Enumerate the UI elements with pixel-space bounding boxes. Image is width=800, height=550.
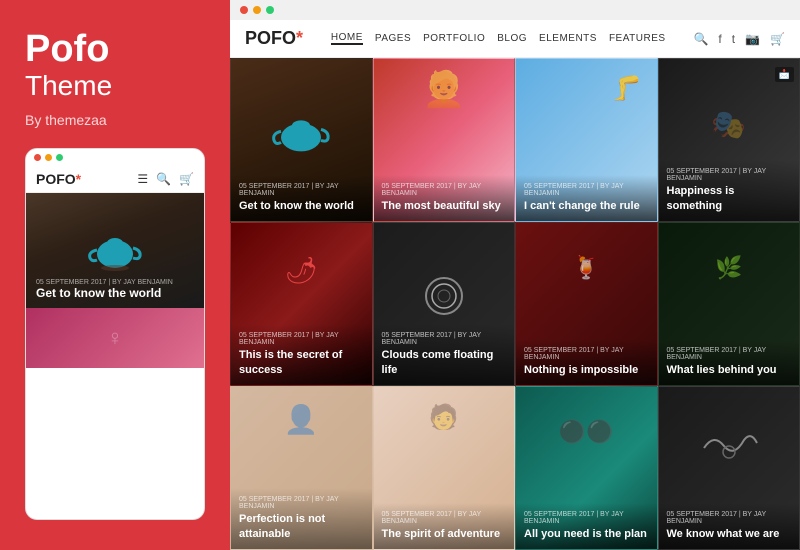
grid-item-date-7: 05 SEPTEMBER 2017 | BY JAY BENJAMIN bbox=[524, 347, 649, 361]
instagram-icon[interactable]: 📷 bbox=[745, 32, 760, 46]
grid-item-title-5: This is the secret of success bbox=[239, 348, 364, 377]
grid-item-title-2: The most beautiful sky bbox=[382, 199, 507, 213]
mobile-mockup: POFO* ☰ 🔍 🛒 05 SEPTEMBER 2017 bbox=[25, 148, 205, 520]
site-logo-star: * bbox=[296, 28, 303, 48]
cart-icon[interactable]: 🛒 bbox=[770, 32, 785, 46]
mobile-hero-text: 05 SEPTEMBER 2017 | BY JAY BENJAMIN Get … bbox=[36, 279, 173, 300]
grid-item-title-9: Perfection is not attainable bbox=[239, 512, 364, 541]
right-panel: POFO* HOME PAGES PORTFOLIO BLOG ELEMENTS… bbox=[230, 0, 800, 550]
wire-svg bbox=[699, 428, 759, 463]
mobile-hero-date: 05 SEPTEMBER 2017 | BY JAY BENJAMIN bbox=[36, 279, 173, 286]
grid-item-date-10: 05 SEPTEMBER 2017 | BY JAY BENJAMIN bbox=[382, 511, 507, 525]
grid-item-3[interactable]: 🦵 05 SEPTEMBER 2017 | BY JAY BENJAMIN I … bbox=[515, 58, 658, 222]
grid-item-title-11: All you need is the plan bbox=[524, 527, 649, 541]
grid-item-overlay-9: 05 SEPTEMBER 2017 | BY JAY BENJAMIN Perf… bbox=[231, 488, 372, 549]
browser-dot-green bbox=[266, 6, 274, 14]
teapot-svg-grid bbox=[271, 109, 331, 155]
brand-name: Pofo bbox=[25, 30, 205, 68]
grid-item-12[interactable]: 05 SEPTEMBER 2017 | BY JAY BENJAMIN We k… bbox=[658, 386, 800, 550]
rings-svg bbox=[419, 271, 469, 321]
grid-item-overlay-2: 05 SEPTEMBER 2017 | BY JAY BENJAMIN The … bbox=[374, 175, 515, 221]
grid-item-7[interactable]: 🍹 05 SEPTEMBER 2017 | BY JAY BENJAMIN No… bbox=[515, 222, 658, 386]
grid-item-date-11: 05 SEPTEMBER 2017 | BY JAY BENJAMIN bbox=[524, 511, 649, 525]
site-logo: POFO* bbox=[245, 28, 303, 49]
grid-item-date-12: 05 SEPTEMBER 2017 | BY JAY BENJAMIN bbox=[667, 511, 792, 525]
grid-item-overlay-11: 05 SEPTEMBER 2017 | BY JAY BENJAMIN All … bbox=[516, 503, 657, 549]
grid-item-overlay-12: 05 SEPTEMBER 2017 | BY JAY BENJAMIN We k… bbox=[659, 503, 800, 549]
mobile-logo-star: * bbox=[76, 171, 81, 187]
mobile-dot-green bbox=[56, 154, 63, 161]
grid-item-5[interactable]: 🌶 05 SEPTEMBER 2017 | BY JAY BENJAMIN Th… bbox=[230, 222, 373, 386]
grid-item-overlay-5: 05 SEPTEMBER 2017 | BY JAY BENJAMIN This… bbox=[231, 324, 372, 385]
grid-item-overlay-8: 05 SEPTEMBER 2017 | BY JAY BENJAMIN What… bbox=[659, 339, 800, 385]
grid-item-11[interactable]: ⚫⚫ 05 SEPTEMBER 2017 | BY JAY BENJAMIN A… bbox=[515, 386, 658, 550]
mobile-second-image: ♀ bbox=[26, 308, 204, 368]
mobile-logo: POFO* bbox=[36, 171, 81, 187]
mobile-header: POFO* ☰ 🔍 🛒 bbox=[26, 166, 204, 193]
teapot-svg-mobile bbox=[88, 230, 143, 272]
mobile-dot-red bbox=[34, 154, 41, 161]
grid-item-date-9: 05 SEPTEMBER 2017 | BY JAY BENJAMIN bbox=[239, 496, 364, 510]
brand-title: Pofo Theme By themezaa bbox=[25, 30, 205, 128]
mobile-search-icon[interactable]: 🔍 bbox=[156, 172, 171, 186]
nav-blog[interactable]: BLOG bbox=[497, 33, 527, 44]
grid-item-title-4: Happiness is something bbox=[667, 184, 792, 213]
grid-item-title-6: Clouds come floating life bbox=[382, 348, 507, 377]
grid-item-date-2: 05 SEPTEMBER 2017 | BY JAY BENJAMIN bbox=[382, 183, 507, 197]
mobile-dot-yellow bbox=[45, 154, 52, 161]
site-header: POFO* HOME PAGES PORTFOLIO BLOG ELEMENTS… bbox=[230, 20, 800, 58]
grid-item-overlay-7: 05 SEPTEMBER 2017 | BY JAY BENJAMIN Noth… bbox=[516, 339, 657, 385]
browser-titlebar bbox=[230, 0, 800, 20]
left-panel: Pofo Theme By themezaa POFO* ☰ 🔍 🛒 bbox=[0, 0, 230, 550]
mobile-hero-title: Get to know the world bbox=[36, 286, 173, 300]
mobile-nav-icons[interactable]: ☰ 🔍 🛒 bbox=[137, 172, 194, 186]
browser-dot-yellow bbox=[253, 6, 261, 14]
grid-item-title-10: The spirit of adventure bbox=[382, 527, 507, 541]
grid-item-overlay-6: 05 SEPTEMBER 2017 | BY JAY BENJAMIN Clou… bbox=[374, 324, 515, 385]
mobile-titlebar bbox=[26, 149, 204, 166]
grid-item-10[interactable]: 🧑 05 SEPTEMBER 2017 | BY JAY BENJAMIN Th… bbox=[373, 386, 516, 550]
facebook-icon[interactable]: f bbox=[718, 32, 721, 46]
grid-item-date-6: 05 SEPTEMBER 2017 | BY JAY BENJAMIN bbox=[382, 332, 507, 346]
grid-item-overlay-3: 05 SEPTEMBER 2017 | BY JAY BENJAMIN I ca… bbox=[516, 175, 657, 221]
brand-theme: Theme bbox=[25, 70, 205, 102]
grid-item-overlay-1: 05 SEPTEMBER 2017 | BY JAY BENJAMIN Get … bbox=[231, 175, 372, 221]
brand-by: By themezaa bbox=[25, 112, 205, 128]
grid-item-4[interactable]: 📩 🎭 05 SEPTEMBER 2017 | BY JAY BENJAMIN … bbox=[658, 58, 800, 222]
grid-item-date-1: 05 SEPTEMBER 2017 | BY JAY BENJAMIN bbox=[239, 183, 364, 197]
grid-item-title-7: Nothing is impossible bbox=[524, 363, 649, 377]
grid-item-title-12: We know what we are bbox=[667, 527, 792, 541]
blog-grid: 05 SEPTEMBER 2017 | BY JAY BENJAMIN Get … bbox=[230, 58, 800, 550]
grid-item-title-1: Get to know the world bbox=[239, 199, 364, 213]
browser-dot-red bbox=[240, 6, 248, 14]
nav-portfolio[interactable]: PORTFOLIO bbox=[423, 33, 485, 44]
site-nav: HOME PAGES PORTFOLIO BLOG ELEMENTS FEATU… bbox=[331, 32, 666, 45]
mobile-cart-icon[interactable]: 🛒 bbox=[179, 172, 194, 186]
nav-features[interactable]: FEATURES bbox=[609, 33, 666, 44]
search-icon[interactable]: 🔍 bbox=[693, 32, 708, 46]
grid-item-8[interactable]: 🌿 05 SEPTEMBER 2017 | BY JAY BENJAMIN Wh… bbox=[658, 222, 800, 386]
twitter-icon[interactable]: t bbox=[732, 32, 735, 46]
grid-item-date-8: 05 SEPTEMBER 2017 | BY JAY BENJAMIN bbox=[667, 347, 792, 361]
mobile-hero-image: 05 SEPTEMBER 2017 | BY JAY BENJAMIN Get … bbox=[26, 193, 204, 308]
mobile-menu-icon[interactable]: ☰ bbox=[137, 172, 148, 186]
nav-elements[interactable]: ELEMENTS bbox=[539, 33, 597, 44]
grid-item-overlay-4: 05 SEPTEMBER 2017 | BY JAY BENJAMIN Happ… bbox=[659, 160, 800, 221]
header-actions: 🔍 f t 📷 🛒 bbox=[693, 32, 785, 46]
grid-item-date-5: 05 SEPTEMBER 2017 | BY JAY BENJAMIN bbox=[239, 332, 364, 346]
grid-item-overlay-10: 05 SEPTEMBER 2017 | BY JAY BENJAMIN The … bbox=[374, 503, 515, 549]
nav-pages[interactable]: PAGES bbox=[375, 33, 411, 44]
grid-item-6[interactable]: 05 SEPTEMBER 2017 | BY JAY BENJAMIN Clou… bbox=[373, 222, 516, 386]
grid-item-title-8: What lies behind you bbox=[667, 363, 792, 377]
browser-content: POFO* HOME PAGES PORTFOLIO BLOG ELEMENTS… bbox=[230, 20, 800, 550]
nav-home[interactable]: HOME bbox=[331, 32, 363, 45]
grid-item-date-3: 05 SEPTEMBER 2017 | BY JAY BENJAMIN bbox=[524, 183, 649, 197]
grid-item-2[interactable]: 👱 05 SEPTEMBER 2017 | BY JAY BENJAMIN Th… bbox=[373, 58, 516, 222]
grid-item-date-4: 05 SEPTEMBER 2017 | BY JAY BENJAMIN bbox=[667, 168, 792, 182]
grid-item-title-3: I can't change the rule bbox=[524, 199, 649, 213]
grid-item-9[interactable]: 👤 05 SEPTEMBER 2017 | BY JAY BENJAMIN Pe… bbox=[230, 386, 373, 550]
grid-item-1[interactable]: 05 SEPTEMBER 2017 | BY JAY BENJAMIN Get … bbox=[230, 58, 373, 222]
